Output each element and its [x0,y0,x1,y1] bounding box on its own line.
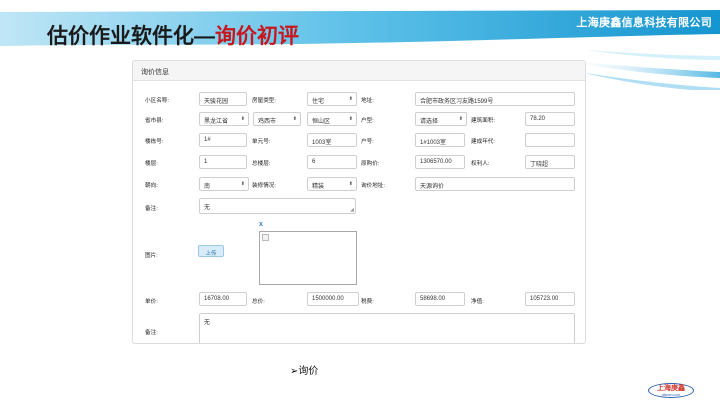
total-price-input[interactable]: 1500000.00 [307,292,359,306]
total-price-label: 总价: [252,299,265,305]
owner-label: 权利人: [471,161,490,167]
orientation-label: 朝向: [145,183,158,189]
owner-input[interactable]: 丁晓超 [525,155,575,169]
logo-main-text: 上海庚鑫 [657,385,685,392]
company-name: 上海庚鑫信息科技有限公司 [576,17,712,29]
net-label: 净值: [471,299,484,305]
county-select[interactable]: 恒山区 [307,112,357,126]
area-input[interactable]: 78.20 [525,112,575,126]
layout-label: 户型: [361,118,374,124]
panel-title: 询价信息 [133,61,585,81]
remark2-label: 备注: [145,330,158,336]
slide-title: 估价作业软件化—询价初评 [47,20,299,50]
floor-label: 楼层: [145,161,158,167]
image-preview [259,231,357,285]
orientation-select[interactable]: 南 [199,177,249,191]
year-label: 建成年代: [471,139,495,145]
unit-price-input[interactable]: 16708.00 [199,292,247,306]
tax-label: 税费: [361,299,374,305]
decoration-label: 装修情况: [252,183,276,189]
inquiry-address-label: 询价地址: [361,183,385,189]
remark2-text: 无 [204,320,211,326]
remark-textarea[interactable]: 无 ◢ [199,198,356,214]
logo-sub-text: dlwxsn.com [661,393,681,397]
orig-price-label: 原购价: [361,161,380,167]
address-input[interactable]: 合肥市政务区习友路1599号 [415,92,575,106]
building-input[interactable]: 1# [199,133,247,147]
image-label: 图片: [145,253,158,259]
total-floor-input[interactable]: 6 [307,155,357,169]
layout-select[interactable]: 请选择 [415,112,467,126]
building-label: 楼栋号: [145,139,164,145]
total-floor-label: 总楼层: [252,161,271,167]
remark-text: 无 [204,205,211,211]
community-input[interactable]: 天骏花园 [199,92,247,106]
unit-price-label: 单价: [145,299,158,305]
inquiry-form-panel: 询价信息 小区名称: 天骏花园 房屋类型: 住宅 地址: 合肥市政务区习友路15… [132,60,586,344]
company-logo: 上海庚鑫 dlwxsn.com [648,383,694,398]
inquiry-address-input[interactable]: 天源询价 [415,177,575,191]
broken-image-icon [262,234,269,241]
room-label: 户号: [361,139,374,145]
orig-price-input[interactable]: 1306570.00 [415,155,465,169]
year-input[interactable] [525,133,575,147]
unit-label: 单元号: [252,139,271,145]
net-input[interactable]: 105723.00 [525,292,575,306]
floor-input[interactable]: 1 [199,155,247,169]
room-input[interactable]: 1#1003室 [415,133,465,147]
slide-caption: ➢询价 [290,366,319,377]
upload-button[interactable]: 上传 [198,245,224,257]
image-close-icon[interactable]: x [259,221,263,228]
slide-title-prefix: 估价作业软件化— [47,25,215,48]
house-type-select[interactable]: 住宅 [307,92,357,106]
house-type-label: 房屋类型: [252,98,276,104]
resize-grip-icon[interactable]: ◢ [350,207,354,213]
address-label: 地址: [361,98,374,104]
unit-input[interactable]: 1003室 [307,133,357,147]
decoration-select[interactable]: 精装 [307,177,357,191]
tax-input[interactable]: 58698.00 [415,292,465,306]
remark-label: 备注: [145,206,158,212]
community-label: 小区名称: [145,98,169,104]
area-label: 建筑面积: [471,118,495,124]
slide-title-highlight: 询价初评 [215,25,299,48]
province-select[interactable]: 黑龙江省 [199,112,249,126]
city-select[interactable]: 鸡西市 [253,112,301,126]
remark2-textarea[interactable]: 无 [199,313,575,343]
province-label: 省市县: [145,118,164,124]
